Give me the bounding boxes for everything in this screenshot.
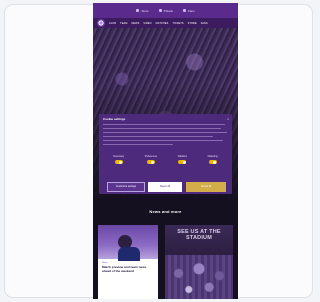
cookie-consent-dialog: Cookie settings × Necessary Preferences … (99, 114, 232, 194)
topbar-tickets-link[interactable]: Tickets (158, 9, 173, 13)
nav-item[interactable]: FANS (201, 22, 208, 25)
consent-text-line (103, 124, 225, 126)
accept-all-button[interactable]: Accept all (186, 182, 226, 192)
consent-text-line (103, 132, 227, 134)
user-icon (182, 9, 186, 12)
nav-item[interactable]: TEAM (120, 22, 127, 25)
toggle-necessary: Necessary (113, 156, 124, 164)
consent-title: Cookie settings (103, 117, 126, 121)
toggle-label: Necessary (113, 156, 125, 158)
toggle-marketing: Marketing (208, 156, 218, 164)
nav-item[interactable]: CLUB (109, 22, 116, 25)
toggle-switch[interactable] (146, 160, 155, 164)
promo-crowd-image (165, 255, 233, 299)
news-headline[interactable]: Match preview and team news ahead of the… (102, 265, 154, 274)
toggle-label: Preferences (144, 156, 158, 158)
topbar-store-link[interactable]: Store (136, 9, 149, 13)
nav-item[interactable]: MATCHES (156, 22, 169, 25)
toggle-preferences: Preferences (145, 156, 157, 164)
toggle-switch[interactable] (114, 160, 123, 164)
consent-text-line (103, 136, 213, 138)
reject-all-button[interactable]: Reject all (148, 182, 182, 192)
consent-text-line (103, 128, 221, 130)
news-tag: News (102, 262, 108, 264)
stadium-promo-banner[interactable]: SEE US AT THE STADIUM (165, 225, 233, 299)
news-section-title: News and more (149, 209, 182, 214)
promo-text: SEE US AT THE STADIUM (177, 229, 221, 241)
consent-text-line (103, 144, 173, 146)
nav-item[interactable]: STORE (188, 22, 197, 25)
website-preview: Store Tickets Fans CLUB TEAM NEWS VIDEO … (93, 3, 238, 299)
top-utility-bar: Store Tickets Fans (93, 3, 238, 18)
toggle-switch[interactable] (178, 160, 187, 164)
player-body (118, 247, 140, 261)
close-icon[interactable]: × (227, 117, 229, 121)
customize-settings-button[interactable]: Customize settings (107, 182, 145, 192)
toggle-statistics: Statistics (178, 156, 187, 164)
nav-item[interactable]: NEWS (131, 22, 139, 25)
ticket-icon (158, 9, 162, 12)
topbar-fans-link[interactable]: Fans (182, 9, 195, 13)
news-photo (98, 225, 158, 261)
nav-item[interactable]: VIDEO (143, 22, 151, 25)
toggle-switch[interactable] (208, 160, 217, 164)
nav-item[interactable]: TICKETS (172, 22, 183, 25)
toggle-label: Marketing (207, 156, 218, 158)
main-navigation: CLUB TEAM NEWS VIDEO MATCHES TICKETS STO… (93, 18, 238, 28)
toggle-label: Statistics (177, 156, 187, 158)
consent-text-line (103, 140, 223, 142)
bag-icon (136, 9, 140, 12)
news-card[interactable]: News Match preview and team news ahead o… (98, 225, 158, 299)
consent-toggle-row: Necessary Preferences Statistics Marketi… (103, 156, 228, 164)
club-crest-logo[interactable] (97, 19, 105, 27)
